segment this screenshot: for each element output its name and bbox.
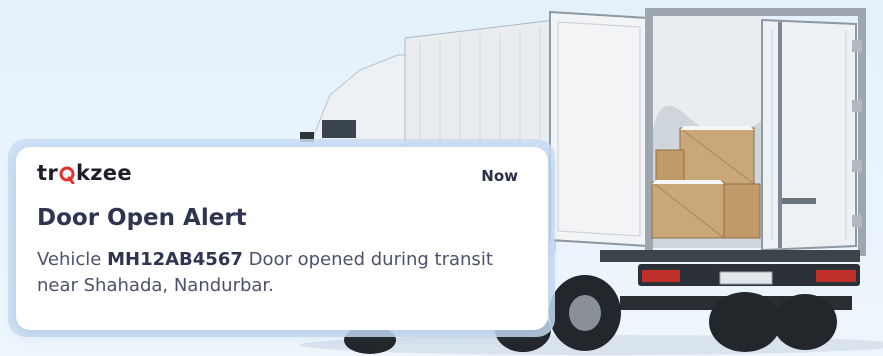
brand-text-prefix: tr bbox=[37, 161, 58, 185]
notification-body: Vehicle MH12AB4567 Door opened during tr… bbox=[37, 247, 507, 299]
trakzee-logo: tr kzee bbox=[37, 161, 132, 185]
brand-text-suffix: kzee bbox=[76, 161, 132, 185]
notification-title: Door Open Alert bbox=[37, 205, 247, 231]
body-prefix: Vehicle bbox=[37, 249, 108, 270]
vehicle-number: MH12AB4567 bbox=[107, 249, 243, 270]
notification-time: Now bbox=[481, 167, 518, 185]
location-pin-icon bbox=[59, 165, 75, 185]
door-open-notification[interactable]: tr kzee Now Door Open Alert Vehicle MH12… bbox=[16, 147, 548, 330]
